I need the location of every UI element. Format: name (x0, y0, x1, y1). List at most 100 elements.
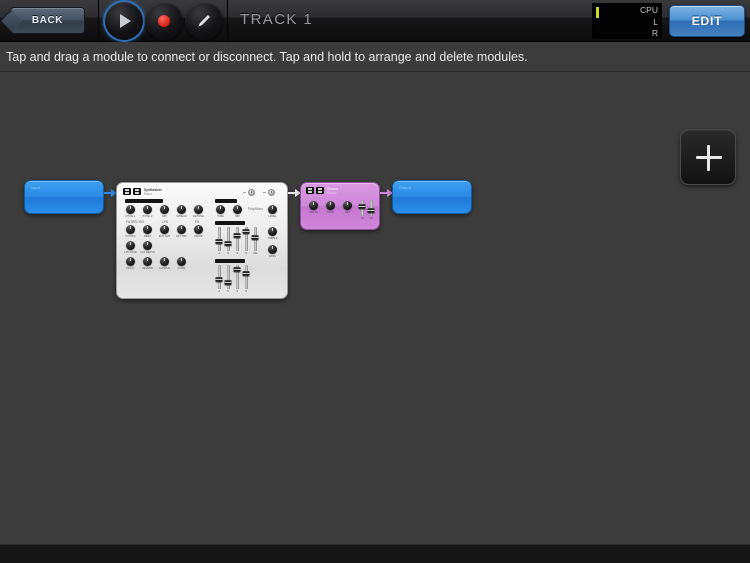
module-output[interactable]: Output (392, 180, 472, 214)
knob-depth[interactable] (309, 201, 318, 210)
knob-level[interactable] (268, 205, 277, 214)
module-synth-subtitle: Mono (144, 192, 152, 196)
chip-icon-2 (316, 187, 324, 194)
voice-mode-toggle[interactable]: Poly/Mono (248, 207, 263, 211)
back-button[interactable]: BACK (10, 6, 85, 34)
knob-label: DRIVE (194, 235, 203, 238)
play-button[interactable] (105, 1, 143, 40)
add-module-button[interactable] (680, 129, 736, 185)
knob-lfo-depth[interactable] (143, 241, 152, 250)
slider-label: S (236, 290, 239, 293)
preset-prev-knob[interactable] (248, 188, 255, 196)
edit-button-label: EDIT (691, 14, 723, 28)
knob-tune[interactable] (216, 205, 225, 214)
knob-cutoff[interactable] (126, 225, 135, 234)
knob-mix[interactable] (160, 205, 169, 214)
slider-amp-r[interactable] (242, 229, 250, 234)
knob-label: MIX (235, 215, 240, 218)
hint-text: Tap and drag a module to connect or disc… (6, 49, 528, 64)
knob-label: DETUNE (193, 215, 204, 218)
knob-drive[interactable] (194, 225, 203, 234)
knob-env-amt[interactable] (160, 225, 169, 234)
knob-label: TREBLE (267, 237, 278, 240)
knob-detune[interactable] (194, 205, 203, 214)
knob-label: CHORUS (158, 267, 171, 270)
cpu-level-bar (596, 7, 599, 18)
slider-lo[interactable] (367, 208, 375, 213)
cpu-meter-labels: CPU L R (640, 5, 658, 40)
knob-label: ENV AMT (158, 235, 171, 238)
knob-bass[interactable] (268, 245, 277, 254)
chip-icon-1 (123, 188, 131, 195)
preset-next-knob[interactable] (268, 188, 275, 196)
edit-button[interactable]: EDIT (669, 5, 745, 37)
module-synth[interactable]: Synthesizer Mono PITCH 1 PITCH 2 MIX SPR… (116, 182, 288, 299)
slider-filt-r[interactable] (242, 271, 250, 276)
knob-pitch-1[interactable] (126, 205, 135, 214)
knob-label: MIX (345, 211, 350, 214)
hint-bar: Tap and drag a module to connect or disc… (0, 42, 750, 72)
slider-label: A (218, 290, 221, 293)
slider-filt-a[interactable] (215, 277, 223, 282)
knob-reso[interactable] (143, 225, 152, 234)
slider-label: D (227, 290, 230, 293)
knob-reverb[interactable] (143, 257, 152, 266)
cpu-meter: CPU L R (592, 3, 662, 39)
module-input-label: Input (31, 186, 40, 190)
slider-label: R (245, 252, 248, 255)
connection-input-to-synth[interactable] (104, 189, 117, 197)
slider-label: D (227, 252, 230, 255)
knob-delay[interactable] (126, 257, 135, 266)
knob-pitch-2[interactable] (143, 205, 152, 214)
slider-label: S (236, 252, 239, 255)
section-voice (215, 199, 237, 203)
slider-amp-d[interactable] (224, 241, 232, 246)
knob-label: PITCH 1 (125, 215, 136, 218)
app-root: BACK TRACK 1 CPU L R EDIT Tap and drag a… (0, 0, 750, 563)
slider-filt-s[interactable] (233, 267, 241, 272)
slider-amp-a[interactable] (215, 239, 223, 244)
knob-label: LEVEL (268, 215, 277, 218)
module-effect[interactable]: Chorus Stereo DEPTH RATE MIX HI LO (300, 182, 380, 230)
module-effect-icon (306, 187, 324, 194)
knob-label: GLIDE (177, 267, 186, 270)
pencil-button[interactable] (185, 1, 223, 40)
track-title: TRACK 1 (240, 11, 314, 28)
knob-effect-mix[interactable] (343, 201, 352, 210)
knob-chorus[interactable] (160, 257, 169, 266)
module-canvas[interactable]: Input Synthesizer Mono PITCH 1 PITCH 2 M… (0, 72, 750, 544)
slider-track[interactable] (245, 265, 248, 289)
slider-amp-s[interactable] (233, 233, 241, 238)
slider-label: LO (369, 217, 374, 220)
slider-track[interactable] (236, 227, 239, 251)
chip-icon-2 (133, 188, 141, 195)
knob-treble[interactable] (268, 227, 277, 236)
section-lfo-label: LFO (162, 220, 169, 224)
knob-label: PITCH 2 (142, 215, 153, 218)
knob-label: SPREAD (176, 215, 187, 218)
module-input[interactable]: Input (24, 180, 104, 214)
knob-label: RATE (327, 211, 334, 214)
knob-lfo-rate[interactable] (126, 241, 135, 250)
back-button-label: BACK (31, 14, 64, 26)
slider-track[interactable] (227, 265, 230, 289)
knob-spread[interactable] (177, 205, 186, 214)
preset-next-dash (263, 192, 266, 193)
knob-glide[interactable] (177, 257, 186, 266)
slider-filt-d[interactable] (224, 280, 232, 285)
slider-track[interactable] (227, 227, 230, 251)
knob-rate[interactable] (326, 201, 335, 210)
connection-effect-to-output[interactable] (380, 189, 393, 197)
record-button[interactable] (145, 1, 183, 40)
connection-synth-to-effect[interactable] (288, 189, 301, 197)
slider-hi[interactable] (358, 204, 366, 209)
knob-label: TUNE (216, 215, 225, 218)
toolbar-divider-1 (98, 0, 99, 42)
footer-bar (0, 544, 750, 563)
section-filter-eg (215, 259, 245, 263)
knob-key-trk[interactable] (177, 225, 186, 234)
module-effect-subtitle: Stereo (327, 191, 337, 195)
knob-voice-mix[interactable] (233, 205, 242, 214)
slider-amp-vel[interactable] (251, 235, 259, 240)
knob-label: KEY TRK (175, 235, 188, 238)
